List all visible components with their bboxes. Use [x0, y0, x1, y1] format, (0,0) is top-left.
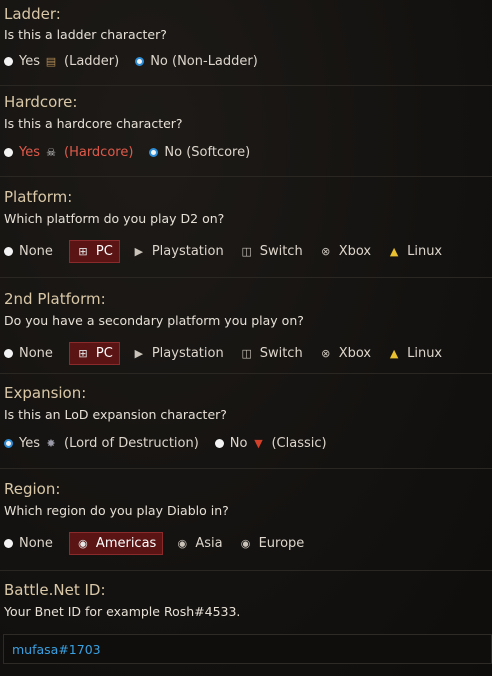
linux-icon: ▲	[389, 245, 399, 258]
platform-playstation-label: Playstation	[151, 244, 224, 259]
playstation-icon: ▶	[134, 347, 144, 360]
skull-icon: ☠	[46, 146, 56, 159]
globe-icon: ◉	[177, 537, 188, 550]
platform-switch-option[interactable]: ◫ Switch	[240, 244, 303, 259]
expansion-no-option[interactable]: No ▼ (Classic)	[214, 436, 327, 451]
region-asia-option[interactable]: ◉ Asia	[175, 536, 223, 551]
hardcore-no-option[interactable]: No (Softcore)	[149, 145, 250, 160]
globe-icon: ◉	[78, 537, 88, 550]
platform2-xbox-label: Xbox	[338, 346, 372, 361]
hardcore-yes-option[interactable]: Yes ☠ (Hardcore)	[4, 145, 133, 160]
hardcore-no-radio[interactable]	[149, 148, 159, 157]
platform2-playstation-label: Playstation	[151, 346, 224, 361]
region-none-radio[interactable]	[4, 539, 13, 548]
globe-icon: ◉	[240, 537, 251, 550]
ladder-no-option[interactable]: No (Non-Ladder)	[135, 54, 258, 69]
expansion-yes-option[interactable]: Yes ✸ (Lord of Destruction)	[4, 436, 199, 451]
lod-icon: ✸	[46, 437, 56, 450]
platform-linux-label: Linux	[407, 244, 443, 259]
platform2-section: 2nd Platform: Do you have a secondary pl…	[0, 278, 492, 374]
hardcore-yes-label: Yes	[19, 145, 40, 160]
platform2-pc-option[interactable]: ⊞ PC	[68, 342, 120, 365]
platform2-playstation-option[interactable]: ▶ Playstation	[132, 346, 224, 361]
platform-linux-option[interactable]: ▲ Linux	[387, 244, 442, 259]
region-americas-option[interactable]: ◉ Americas	[68, 532, 164, 555]
platform-playstation-option[interactable]: ▶ Playstation	[132, 244, 224, 259]
battlenet-input-wrap: mufasa#1703	[0, 631, 492, 676]
expansion-no-label: No	[229, 436, 248, 451]
platform-xbox-label: Xbox	[338, 244, 372, 259]
expansion-title: Expansion:	[4, 384, 87, 402]
platform2-none-option[interactable]: None	[4, 346, 53, 361]
expansion-yes-radio[interactable]	[4, 439, 13, 448]
expansion-section: Expansion: Is this an LoD expansion char…	[0, 374, 492, 469]
platform-switch-label: Switch	[259, 244, 303, 259]
region-europe-label: Europe	[258, 536, 305, 551]
region-none-label: None	[19, 536, 53, 551]
ladder-title: Ladder:	[4, 5, 61, 23]
classic-diablo-icon: ▼	[254, 437, 263, 450]
hardcore-no-label: No (Softcore)	[164, 145, 251, 160]
expansion-no-radio[interactable]	[214, 439, 224, 448]
platform-none-label: None	[19, 244, 53, 259]
platform2-question: Do you have a secondary platform you pla…	[4, 313, 304, 328]
battlenet-title: Battle.Net ID:	[4, 581, 106, 599]
ladder-icon: ▤	[45, 55, 57, 68]
region-section: Region: Which region do you play Diablo …	[0, 469, 492, 571]
expansion-question: Is this an LoD expansion character?	[4, 407, 227, 422]
linux-icon: ▲	[389, 347, 399, 360]
platform-none-radio[interactable]	[4, 247, 13, 256]
platform2-pc-label: PC	[95, 346, 113, 361]
platform-section: Platform: Which platform do you play D2 …	[0, 177, 492, 278]
platform2-title: 2nd Platform:	[4, 290, 106, 308]
platform-question: Which platform do you play D2 on?	[4, 211, 225, 226]
hardcore-question: Is this a hardcore character?	[4, 116, 183, 131]
hardcore-yes-tag: (Hardcore)	[64, 145, 134, 160]
platform2-switch-label: Switch	[259, 346, 303, 361]
hardcore-title: Hardcore:	[4, 93, 78, 111]
region-asia-label: Asia	[195, 536, 223, 551]
ladder-yes-option[interactable]: Yes ▤ (Ladder)	[4, 54, 119, 69]
region-title: Region:	[4, 480, 61, 498]
ladder-yes-radio[interactable]	[4, 57, 13, 66]
region-none-option[interactable]: None	[4, 536, 53, 551]
expansion-yes-label: Yes	[19, 436, 40, 451]
platform-xbox-option[interactable]: ⊗ Xbox	[319, 244, 371, 259]
platform2-xbox-option[interactable]: ⊗ Xbox	[319, 346, 371, 361]
platform2-none-label: None	[19, 346, 53, 361]
ladder-no-radio[interactable]	[135, 57, 145, 66]
ladder-yes-label: Yes	[19, 54, 40, 69]
ladder-section: Ladder: Is this a ladder character? Yes …	[0, 0, 492, 86]
ladder-no-label: No (Non-Ladder)	[150, 54, 258, 69]
playstation-icon: ▶	[134, 245, 144, 258]
hardcore-yes-radio[interactable]	[4, 148, 13, 157]
hardcore-section: Hardcore: Is this a hardcore character? …	[0, 86, 492, 177]
platform2-switch-option[interactable]: ◫ Switch	[240, 346, 303, 361]
platform-pc-option[interactable]: ⊞ PC	[68, 240, 120, 263]
expansion-yes-tag: (Lord of Destruction)	[64, 436, 199, 451]
switch-icon: ◫	[241, 245, 252, 258]
battlenet-id-input[interactable]: mufasa#1703	[3, 634, 492, 664]
ladder-question: Is this a ladder character?	[4, 27, 167, 42]
platform2-linux-option[interactable]: ▲ Linux	[387, 346, 442, 361]
windows-icon: ⊞	[78, 347, 88, 360]
battlenet-section: Battle.Net ID: Your Bnet ID for example …	[0, 571, 492, 631]
region-question: Which region do you play Diablo in?	[4, 503, 229, 518]
ladder-yes-tag: (Ladder)	[64, 54, 120, 69]
region-europe-option[interactable]: ◉ Europe	[239, 536, 305, 551]
platform-none-option[interactable]: None	[4, 244, 53, 259]
platform-pc-label: PC	[95, 244, 113, 259]
windows-icon: ⊞	[78, 245, 88, 258]
battlenet-question: Your Bnet ID for example Rosh#4533.	[4, 604, 241, 619]
platform2-none-radio[interactable]	[4, 349, 13, 358]
xbox-icon: ⊗	[321, 245, 331, 258]
xbox-icon: ⊗	[321, 347, 331, 360]
platform2-linux-label: Linux	[407, 346, 443, 361]
expansion-no-tag: (Classic)	[271, 436, 327, 451]
switch-icon: ◫	[241, 347, 252, 360]
platform-title: Platform:	[4, 188, 73, 206]
region-americas-label: Americas	[95, 536, 157, 551]
